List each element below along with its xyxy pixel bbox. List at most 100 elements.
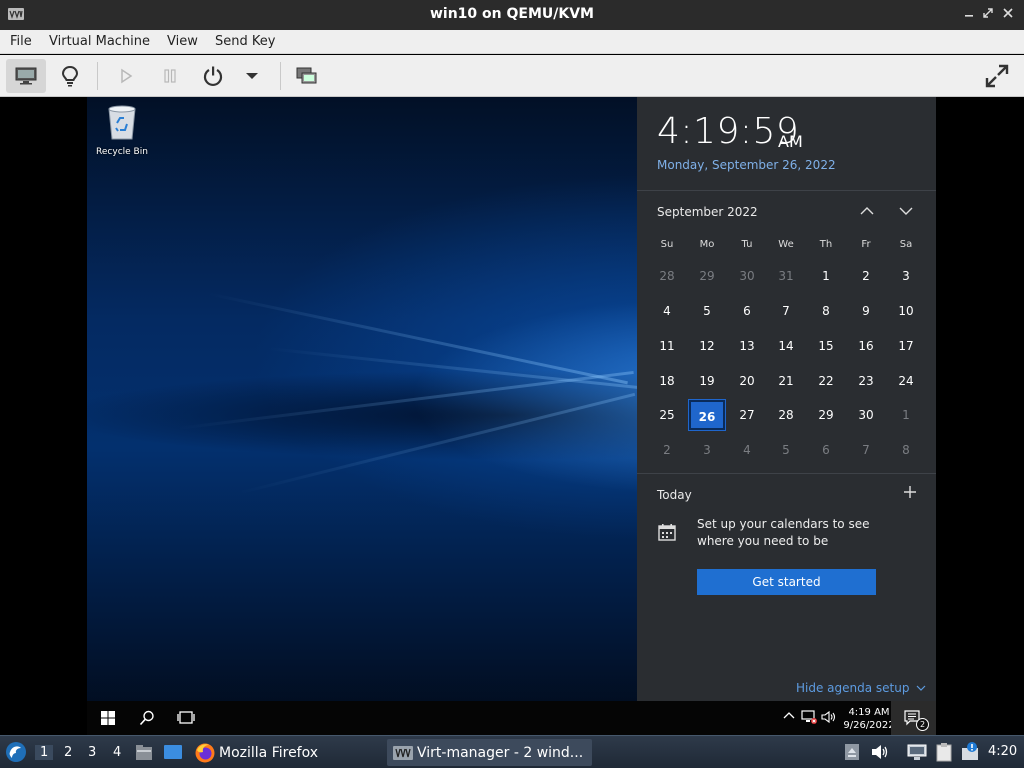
calendar-day[interactable]: 21 (768, 366, 804, 396)
host-clock[interactable]: 4:20 (988, 744, 1017, 759)
calendar-day[interactable]: 11 (649, 331, 685, 361)
get-started-button[interactable]: Get started (697, 569, 876, 595)
chevron-up-icon[interactable] (859, 203, 875, 219)
agenda-message: Set up your calendars to see where you n… (697, 517, 870, 548)
calendar-day[interactable]: 8 (888, 435, 924, 465)
virt-manager-icon (393, 745, 413, 760)
hide-agenda-link[interactable]: Hide agenda setup (796, 681, 926, 695)
window-titlebar: win10 on QEMU/KVM (0, 0, 1024, 30)
calendar-day[interactable]: 2 (848, 261, 884, 291)
guest-display[interactable]: Recycle Bin 4:19:59 AM Monday, September… (0, 97, 1024, 735)
menu-file[interactable]: File (10, 34, 32, 49)
run-button[interactable] (110, 59, 142, 93)
calendar-day[interactable]: 27 (729, 400, 765, 430)
volume-icon[interactable] (871, 744, 889, 760)
network-icon[interactable] (907, 743, 927, 761)
calendar-day[interactable]: 20 (729, 366, 765, 396)
wallpaper-beam (266, 347, 646, 390)
calendar-day[interactable]: 22 (808, 366, 844, 396)
calendar-day[interactable]: 4 (729, 435, 765, 465)
calendar-day[interactable]: 30 (848, 400, 884, 430)
taskbar-clock[interactable]: 4:19 AM 9/26/2022 (841, 706, 897, 732)
calendar-day[interactable]: 17 (888, 331, 924, 361)
chevron-up-icon[interactable] (783, 710, 795, 722)
calendar-day[interactable]: 16 (848, 331, 884, 361)
lightbulb-icon (61, 65, 79, 87)
calendar-day[interactable]: 7 (768, 296, 804, 326)
calendar-day[interactable]: 9 (848, 296, 884, 326)
workspace-1[interactable]: 1 (35, 745, 54, 760)
chevron-down-icon (246, 73, 258, 79)
eject-icon[interactable] (844, 743, 860, 761)
calendar-day-selected[interactable]: 26 (688, 399, 726, 431)
calendar-day[interactable]: 3 (689, 435, 725, 465)
flyout-date-link[interactable]: Monday, September 26, 2022 (657, 158, 836, 172)
shutdown-menu-button[interactable] (240, 59, 264, 93)
weekday-header: We (778, 239, 794, 250)
calendar-day[interactable]: 25 (649, 400, 685, 430)
calendar-day[interactable]: 19 (689, 366, 725, 396)
windows-start-icon[interactable] (100, 710, 116, 726)
menu-send-key[interactable]: Send Key (215, 34, 275, 49)
file-manager-icon[interactable] (134, 742, 154, 762)
calendar-day[interactable]: 4 (649, 296, 685, 326)
calendar-day[interactable]: 23 (848, 366, 884, 396)
calendar-month-label[interactable]: September 2022 (657, 205, 758, 219)
calendar-day[interactable]: 31 (768, 261, 804, 291)
recycle-bin-icon (108, 105, 136, 140)
recycle-bin-shortcut[interactable]: Recycle Bin (91, 103, 153, 157)
action-center-button[interactable]: 2 (891, 701, 936, 735)
workspace-2[interactable]: 2 (64, 745, 72, 760)
search-icon[interactable] (139, 710, 155, 726)
calendar-icon (658, 524, 676, 541)
calendar-day[interactable]: 3 (888, 261, 924, 291)
calendar-day[interactable]: 5 (768, 435, 804, 465)
add-event-button[interactable] (903, 483, 917, 504)
calendar-day[interactable]: 15 (808, 331, 844, 361)
calendar-day[interactable]: 30 (729, 261, 765, 291)
fullscreen-button[interactable] (980, 59, 1014, 93)
menu-view[interactable]: View (167, 34, 198, 49)
clipboard-icon[interactable] (935, 742, 953, 762)
calendar-day[interactable]: 12 (689, 331, 725, 361)
workspace-3[interactable]: 3 (88, 745, 96, 760)
calendar-day[interactable]: 8 (808, 296, 844, 326)
calendar-day[interactable]: 14 (768, 331, 804, 361)
updates-icon[interactable] (960, 742, 980, 762)
calendar-day[interactable]: 13 (729, 331, 765, 361)
show-details-button[interactable] (52, 59, 88, 93)
calendar-day[interactable]: 6 (729, 296, 765, 326)
screenshot-button[interactable] (291, 59, 323, 93)
calendar-day[interactable]: 18 (649, 366, 685, 396)
calendar-day[interactable]: 1 (808, 261, 844, 291)
pause-button[interactable] (154, 59, 186, 93)
restore-button[interactable] (979, 5, 997, 23)
show-console-button[interactable] (6, 59, 46, 93)
minimize-button[interactable] (960, 5, 978, 23)
desktop-folder-icon[interactable] (163, 743, 183, 761)
calendar-day[interactable]: 6 (808, 435, 844, 465)
calendar-day[interactable]: 2 (649, 435, 685, 465)
calendar-day[interactable]: 24 (888, 366, 924, 396)
menu-virtual-machine[interactable]: Virtual Machine (49, 34, 150, 49)
close-button[interactable] (999, 5, 1017, 23)
calendar-day[interactable]: 28 (649, 261, 685, 291)
calendar-day[interactable]: 7 (848, 435, 884, 465)
calendar-day[interactable]: 5 (689, 296, 725, 326)
chevron-down-icon[interactable] (898, 203, 914, 219)
windows-desktop[interactable]: Recycle Bin 4:19:59 AM Monday, September… (87, 97, 936, 735)
taskbar-item-firefox[interactable]: Mozilla Firefox (194, 739, 374, 766)
calendar-day[interactable]: 1 (888, 400, 924, 430)
calendar-day[interactable]: 29 (808, 400, 844, 430)
play-icon (121, 68, 133, 84)
workspace-4[interactable]: 4 (113, 745, 121, 760)
network-icon[interactable] (801, 710, 817, 724)
taskbar-item-virt-manager[interactable]: Virt-manager - 2 wind... (387, 739, 592, 766)
calendar-day[interactable]: 28 (768, 400, 804, 430)
app-menu-icon[interactable] (5, 741, 27, 763)
shutdown-button[interactable] (197, 59, 229, 93)
task-view-icon[interactable] (177, 710, 195, 726)
calendar-day[interactable]: 29 (689, 261, 725, 291)
volume-icon[interactable] (821, 710, 837, 724)
calendar-day[interactable]: 10 (888, 296, 924, 326)
